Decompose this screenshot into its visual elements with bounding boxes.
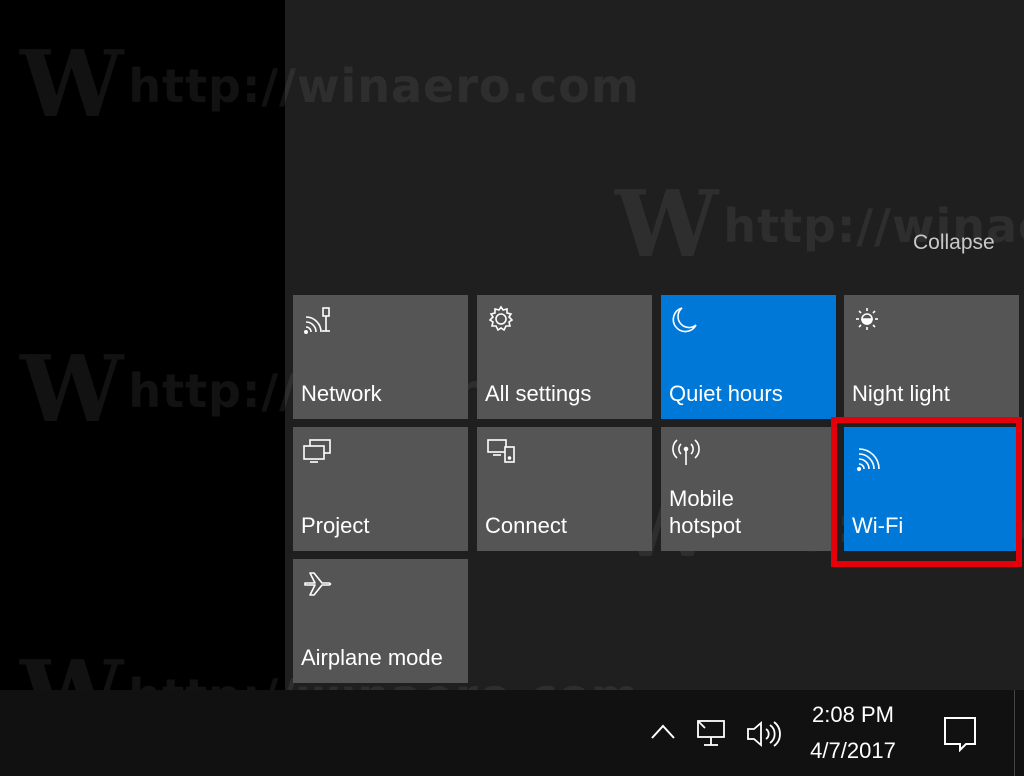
connect-icon <box>487 439 515 463</box>
tile-label: Mobile hotspot <box>669 486 742 538</box>
tile-night-light[interactable]: Night light <box>844 295 1019 419</box>
tile-label: Airplane mode <box>301 645 443 670</box>
airplane-icon <box>304 572 332 596</box>
tile-connect[interactable]: Connect <box>477 427 652 551</box>
tile-label: Wi-Fi <box>852 513 904 538</box>
tile-label: All settings <box>485 381 592 406</box>
network-icon[interactable] <box>696 718 730 748</box>
moon-icon <box>672 307 697 333</box>
gear-icon <box>488 305 514 332</box>
chevron-up-icon[interactable] <box>650 722 676 742</box>
tile-airplane-mode[interactable]: Airplane mode <box>293 559 468 683</box>
tile-label: Quiet hours <box>669 381 783 406</box>
tile-label: Connect <box>485 513 567 538</box>
network-icon <box>303 307 330 334</box>
tile-label: Project <box>301 513 370 538</box>
desktop-area <box>0 0 285 690</box>
collapse-link[interactable]: Collapse <box>913 231 995 255</box>
tile-label: Night light <box>852 381 950 406</box>
wifi-icon <box>856 448 880 472</box>
volume-icon[interactable] <box>745 719 781 749</box>
hotspot-icon <box>672 439 700 465</box>
clock-date: 4/7/2017 <box>810 738 896 763</box>
tile-quiet-hours[interactable]: Quiet hours <box>661 295 836 419</box>
tile-label: Network <box>301 381 382 406</box>
taskbar-clock[interactable]: 2:08 PM 4/7/2017 <box>805 700 901 766</box>
tile-network[interactable]: Network <box>293 295 468 419</box>
brightness-icon <box>856 308 878 330</box>
tile-wifi[interactable]: Wi-Fi <box>844 427 1019 551</box>
action-center-icon[interactable] <box>940 712 980 752</box>
tile-project[interactable]: Project <box>293 427 468 551</box>
show-desktop-button[interactable] <box>1014 690 1024 776</box>
clock-time: 2:08 PM <box>812 702 894 727</box>
tile-all-settings[interactable]: All settings <box>477 295 652 419</box>
project-icon <box>303 439 331 463</box>
tile-mobile-hotspot[interactable]: Mobile hotspot <box>661 427 836 551</box>
